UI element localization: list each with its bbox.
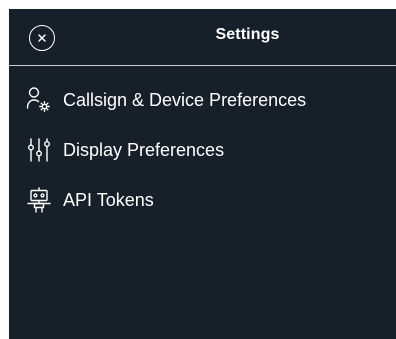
menu-item-label: Display Preferences xyxy=(63,139,225,160)
robot-icon xyxy=(26,186,52,214)
settings-header: Settings xyxy=(9,9,396,65)
page-title: Settings xyxy=(215,26,280,43)
user-gear-icon xyxy=(26,86,52,114)
settings-panel: Settings Callsign & Device Preferences D… xyxy=(9,9,396,339)
menu-item-callsign-device-preferences[interactable]: Callsign & Device Preferences xyxy=(9,75,396,125)
sliders-icon xyxy=(26,136,52,164)
menu-item-label: API Tokens xyxy=(63,189,154,210)
settings-menu: Callsign & Device Preferences Display Pr… xyxy=(9,75,396,225)
header-divider xyxy=(9,65,396,66)
menu-item-label: Callsign & Device Preferences xyxy=(63,89,307,110)
menu-item-api-tokens[interactable]: API Tokens xyxy=(9,175,396,225)
menu-item-display-preferences[interactable]: Display Preferences xyxy=(9,125,396,175)
